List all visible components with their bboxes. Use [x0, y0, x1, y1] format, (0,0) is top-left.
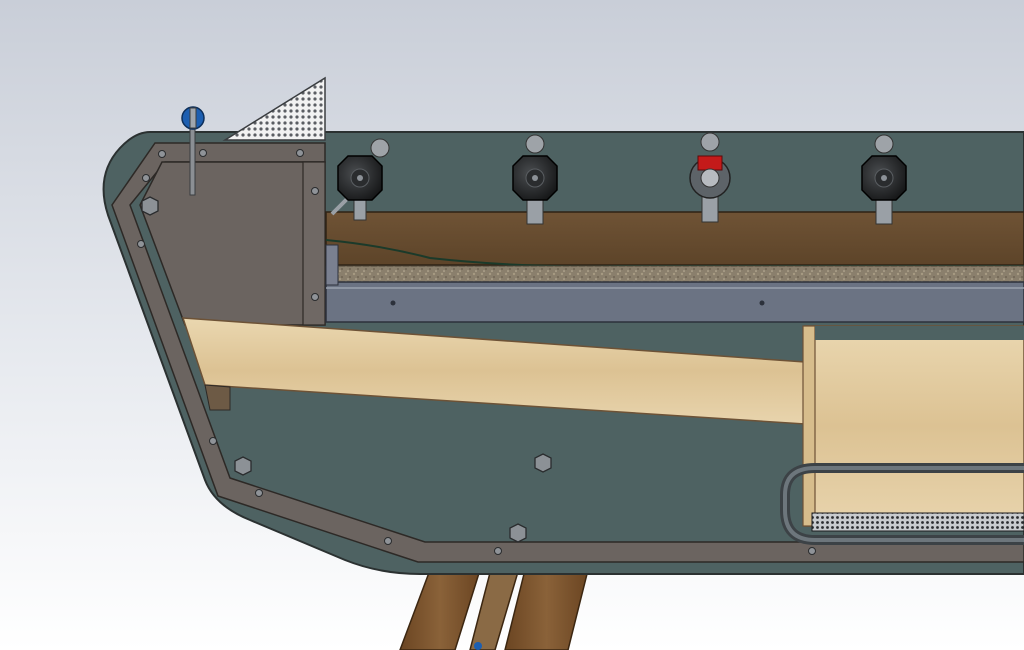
rivet [296, 149, 304, 157]
board-support-block [204, 384, 231, 411]
hex-bolt [534, 453, 552, 473]
rivet [384, 537, 392, 545]
crate-side-post [802, 325, 816, 527]
hex-bolt [509, 523, 527, 543]
wood-crate [804, 325, 1024, 527]
rivet [209, 437, 217, 445]
upper-wood-plank [325, 211, 1024, 266]
leg-bolt [474, 642, 482, 650]
gravel-layer [337, 265, 1024, 283]
channel-left-lip [325, 244, 339, 286]
rivet [311, 187, 319, 195]
channel-hole-2 [759, 300, 765, 306]
rivet [137, 240, 145, 248]
rivet [199, 149, 207, 157]
hex-bolt [141, 196, 159, 216]
rivet [255, 489, 263, 497]
rivet [158, 150, 166, 158]
rivet [808, 547, 816, 555]
cad-machine-diagram [0, 0, 1024, 650]
rivet [494, 547, 502, 555]
hex-bolt [234, 456, 252, 476]
support-legs [399, 564, 589, 650]
crate-top-cap [815, 326, 1024, 340]
mesh-screen [811, 512, 1024, 532]
channel-hole-1 [390, 300, 396, 306]
rivet [311, 293, 319, 301]
rivet [142, 174, 150, 182]
